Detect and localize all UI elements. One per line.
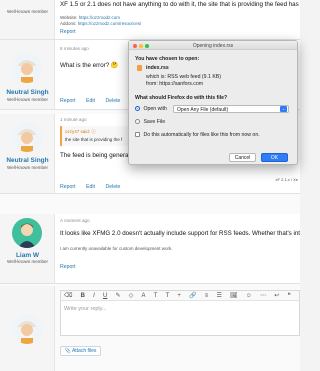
avatar [12, 314, 42, 344]
open-file-dialog: Opening index.rss You have chosen to ope… [128, 40, 298, 165]
dialog-filename: index.rss [146, 65, 169, 71]
post-time[interactable]: 8 minutes ago [60, 46, 89, 51]
post-body: XF 1.5 or 2.1 does not have anything to … [60, 0, 300, 39]
smiley-icon[interactable]: ☺ [246, 291, 252, 300]
dialog-source: from: https://sanfors.com [146, 81, 204, 87]
auto-option[interactable]: Do this automatically for files like thi… [135, 132, 260, 138]
post-body: A moment ago It looks like XFMG 2.0 does… [60, 214, 300, 283]
user-column: Well-known member [0, 0, 55, 39]
website-label: Website: [60, 15, 78, 20]
website-link[interactable]: https://ozzmodz.com [79, 15, 120, 20]
post-ozzy47: Well-known member XF 1.5 or 2.1 does not… [0, 0, 300, 40]
editor-toolbar: ⌫ B I U ✎ ◇ A T T + 🔗 ≡ ☰ 🖼 ☺ ⋯ ↩ ❝ ⋮ ≣ … [61, 291, 299, 301]
image-icon[interactable]: 🖼 [230, 291, 238, 300]
report-link[interactable]: Report [60, 264, 76, 270]
attach-files-label: Attach files [71, 348, 97, 354]
text-color-icon[interactable]: A [142, 291, 146, 300]
user-title: Well-known member [7, 97, 48, 102]
avatar[interactable] [12, 53, 42, 83]
user-title: Well-known member [7, 9, 48, 14]
delete-link[interactable]: Delete [105, 98, 120, 104]
ok-button[interactable]: OK [261, 153, 288, 162]
post-time[interactable]: A moment ago [60, 218, 90, 223]
username[interactable]: Neutral Singh [0, 157, 55, 164]
user-column: Neutral Singh Well-known member [0, 40, 55, 109]
dialog-filetype: which is: RSS web feed (9.1 KB) [146, 74, 221, 80]
rss-file-icon [137, 65, 142, 71]
signature-website: Website: https://ozzmodz.com [60, 15, 120, 20]
save-file-option[interactable]: Save File [135, 119, 165, 125]
auto-label: Do this automatically for files like thi… [143, 132, 260, 138]
diamond-icon[interactable]: ◇ [129, 291, 134, 300]
post-text: What is the error? 🤔 [60, 62, 119, 69]
save-file-radio[interactable] [135, 119, 140, 125]
open-with-value: Open Any File (default) [177, 107, 229, 113]
dialog-question: What should Firefox do with this file? [135, 95, 228, 101]
more-icon[interactable]: ⋯ [260, 291, 266, 300]
open-with-select[interactable]: Open Any File (default) ⌄ [173, 105, 289, 113]
chevron-down-icon: ⌄ [280, 106, 287, 112]
save-file-label: Save File [143, 119, 166, 125]
quote-author[interactable]: ozzy47 said: ⓘ [65, 129, 96, 135]
auto-checkbox[interactable] [135, 132, 140, 138]
undo-icon[interactable]: ↩ [274, 291, 279, 300]
post-text: XF 1.5 or 2.1 does not have anything to … [60, 1, 300, 8]
dialog-heading: You have chosen to open: [135, 56, 200, 62]
paperclip-icon: 📎 [64, 348, 71, 354]
open-with-option[interactable]: Open with [135, 106, 167, 112]
reply-editor: ⌫ B I U ✎ ◇ A T T + 🔗 ≡ ☰ 🖼 ☺ ⋯ ↩ ❝ ⋮ ≣ … [60, 290, 300, 336]
align-icon[interactable]: ≡ [205, 291, 209, 300]
pencil-icon[interactable]: ✎ [116, 291, 121, 300]
list-icon[interactable]: ☰ [216, 291, 221, 300]
insert-icon[interactable]: + [177, 291, 181, 300]
user-title: Well-known member [7, 259, 48, 264]
eraser-icon[interactable]: ⌫ [64, 291, 72, 300]
reply-input[interactable]: Write your reply... [64, 306, 107, 312]
attach-files-button[interactable]: 📎 Attach files [60, 346, 101, 356]
quote-icon[interactable]: ❝ [287, 291, 290, 300]
user-title: Well-known member [7, 165, 48, 170]
link-icon[interactable]: 🔗 [189, 291, 196, 300]
edit-link[interactable]: Edit [86, 184, 95, 190]
report-link[interactable]: Report [60, 29, 76, 35]
username[interactable]: Neutral Singh [0, 89, 55, 96]
signature: I am currently unavailable for custom de… [60, 246, 173, 251]
post-text: It looks like XFMG 2.0 doesn't actually … [60, 230, 300, 237]
delete-link[interactable]: Delete [105, 184, 120, 190]
quote-block: ozzy47 said: ⓘ the site that is providin… [60, 126, 128, 146]
avatar[interactable] [12, 122, 42, 152]
addons-label: Addons: [60, 21, 77, 26]
bold-icon[interactable]: B [81, 291, 85, 300]
avatar[interactable] [12, 218, 42, 248]
signature-addons: Addons: https://ozzmodz.com/resources/ [60, 21, 141, 26]
font-size-icon[interactable]: T [154, 291, 158, 300]
edit-link[interactable]: Edit [86, 98, 95, 104]
italic-icon[interactable]: I [93, 291, 95, 300]
post-actions: Report [60, 264, 85, 270]
post-actions: Report Edit Delete [60, 184, 129, 190]
underline-icon[interactable]: U [103, 291, 107, 300]
user-column: Neutral Singh Well-known member [0, 114, 55, 193]
post-liam-w: Liam W Well-known member A moment ago It… [0, 214, 300, 284]
post-actions: Report [60, 29, 85, 35]
post-actions: Report Edit Delete [60, 98, 129, 104]
reply-user-column [0, 286, 55, 371]
quote-text: the site that is providing the f [65, 137, 123, 142]
thread-page: Well-known member XF 1.5 or 2.1 does not… [0, 0, 300, 371]
open-with-radio[interactable] [135, 106, 140, 112]
dialog-titlebar[interactable]: Opening index.rss [129, 41, 297, 50]
username[interactable]: Liam W [0, 252, 55, 259]
addons-link[interactable]: https://ozzmodz.com/resources/ [78, 21, 142, 26]
dialog-title: Opening index.rss [192, 43, 234, 49]
signature-version: xF 2.1.x / Xe [275, 177, 298, 182]
open-with-label: Open with [143, 106, 167, 112]
report-link[interactable]: Report [60, 184, 76, 190]
post-time[interactable]: 1 minute ago [60, 117, 87, 122]
font-family-icon[interactable]: T [166, 291, 170, 300]
cancel-button[interactable]: Cancel [229, 153, 256, 162]
report-link[interactable]: Report [60, 98, 76, 104]
user-column: Liam W Well-known member [0, 214, 55, 283]
